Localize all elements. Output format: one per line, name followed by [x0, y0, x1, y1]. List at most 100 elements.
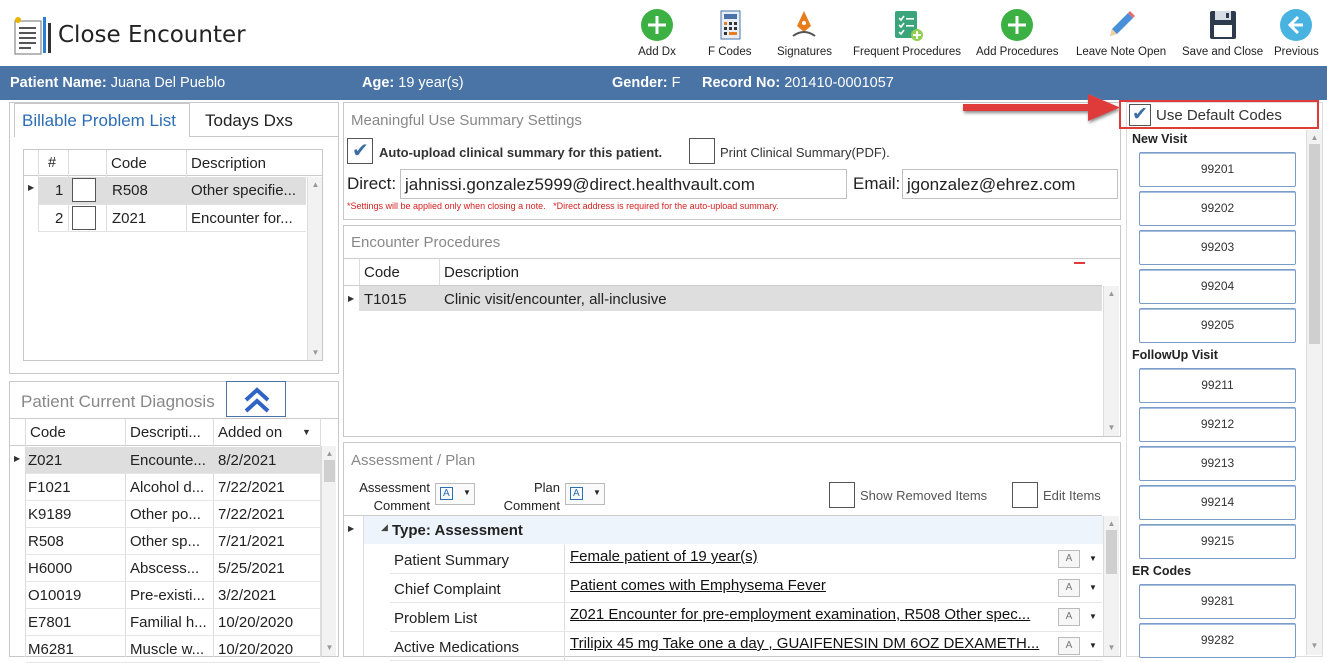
- add-dx-button[interactable]: Add Dx: [637, 8, 677, 58]
- toolbar-label: F Codes: [708, 46, 752, 58]
- cell-divider: [564, 574, 565, 603]
- toolbar-label: Previous: [1274, 46, 1319, 58]
- email-input[interactable]: jgonzalez@ehrez.com: [902, 169, 1118, 199]
- assessment-row-value[interactable]: Patient comes with Emphysema Fever: [570, 577, 1056, 594]
- code-button-99201[interactable]: 99201: [1139, 152, 1296, 187]
- show-removed-checkbox[interactable]: [829, 482, 855, 508]
- toolbar-label: Signatures: [777, 46, 832, 58]
- pen-nib-icon: [792, 11, 817, 37]
- text-format-icon[interactable]: A: [1058, 579, 1080, 597]
- plus-circle-icon: [1001, 9, 1034, 41]
- text-format-icon: A: [570, 487, 583, 500]
- dx-added-on: 8/2/2021: [218, 452, 277, 469]
- chevron-down-icon[interactable]: ▼: [1089, 583, 1097, 592]
- dx-added-on: 10/20/2020: [218, 614, 294, 631]
- code-button-99205[interactable]: 99205: [1139, 308, 1296, 343]
- code-button-99281[interactable]: 99281: [1139, 584, 1296, 619]
- code-button-99203[interactable]: 99203: [1139, 230, 1296, 265]
- dx-description: Familial h...: [130, 614, 207, 631]
- toolbar-label: Save and Close: [1182, 46, 1264, 58]
- chevron-down-icon[interactable]: ▼: [1089, 554, 1097, 563]
- text-format-icon[interactable]: A: [1058, 637, 1080, 655]
- chevron-down-icon[interactable]: ▼: [1089, 612, 1097, 621]
- sort-dropdown-icon[interactable]: ▼: [302, 427, 311, 437]
- dx-code: R508: [28, 533, 64, 550]
- tab-todays-dxs[interactable]: Todays Dxs: [205, 111, 293, 131]
- assessment-row-label: Active Medications: [394, 639, 520, 656]
- toolbar-label: Leave Note Open: [1076, 46, 1167, 58]
- row-divider: [26, 581, 320, 582]
- minus-icon[interactable]: [1074, 262, 1085, 264]
- record-number: 201410-0001057: [784, 75, 894, 91]
- current-diagnosis-title: Patient Current Diagnosis: [21, 392, 215, 411]
- code-button-99202[interactable]: 99202: [1139, 191, 1296, 226]
- assessment-scrollbar[interactable]: ▲ ▼: [1103, 516, 1119, 656]
- code-button-99282[interactable]: 99282: [1139, 623, 1296, 658]
- diagnosis-scrollbar[interactable]: ▲ ▼: [321, 446, 336, 656]
- check-icon: ✔: [352, 140, 369, 162]
- save-and-close-button[interactable]: Save and Close: [1182, 8, 1263, 58]
- row-code: R508: [112, 182, 148, 199]
- dx-added-on: 3/2/2021: [218, 587, 277, 604]
- dx-added-on: 5/25/2021: [218, 560, 285, 577]
- plan-comment-label: Plan Comment: [488, 479, 560, 515]
- code-button-99213[interactable]: 99213: [1139, 446, 1296, 481]
- col-header-description: Description: [444, 264, 520, 281]
- row-checkbox[interactable]: [72, 178, 96, 202]
- expand-triangle-icon[interactable]: ◢: [381, 522, 388, 533]
- row-divider: [26, 608, 320, 609]
- plan-comment-dropdown[interactable]: A ▼: [565, 483, 605, 505]
- collapse-button[interactable]: [226, 381, 286, 417]
- settings-note: *Settings will be applied only when clos…: [347, 201, 779, 211]
- row-num: 1: [55, 182, 64, 199]
- code-button-99204[interactable]: 99204: [1139, 269, 1296, 304]
- assessment-plan-title: Assessment / Plan: [351, 452, 476, 469]
- assessment-row-value[interactable]: Trilipix 45 mg Take one a day , GUAIFENE…: [570, 635, 1056, 652]
- assessment-comment-dropdown[interactable]: A ▼: [435, 483, 475, 505]
- codes-scrollbar[interactable]: ▲ ▼: [1306, 130, 1322, 655]
- patient-info-bar: Patient Name: Juana Del Pueblo Age: 19 y…: [0, 66, 1327, 100]
- text-format-icon[interactable]: A: [1058, 550, 1080, 568]
- grid-scrollbar[interactable]: ▲ ▼: [307, 177, 322, 360]
- row-checkbox[interactable]: [72, 206, 96, 230]
- text-format-icon[interactable]: A: [1058, 608, 1080, 626]
- frequent-procedures-button[interactable]: Frequent Procedures: [853, 8, 961, 58]
- cell-divider: [564, 545, 565, 574]
- code-section-title: ER Codes: [1132, 564, 1192, 578]
- cell-divider: [564, 603, 565, 632]
- assessment-row-value[interactable]: Female patient of 19 year(s): [570, 548, 1056, 565]
- previous-button[interactable]: Previous: [1274, 8, 1319, 58]
- f-codes-button[interactable]: F Codes: [708, 8, 751, 58]
- leave-note-open-button[interactable]: Leave Note Open: [1076, 8, 1166, 58]
- code-button-99214[interactable]: 99214: [1139, 485, 1296, 520]
- age-label: Age:: [362, 75, 395, 91]
- procedure-code: T1015: [364, 291, 407, 308]
- chevron-down-icon[interactable]: ▼: [1089, 641, 1097, 650]
- code-button-99211[interactable]: 99211: [1139, 368, 1296, 403]
- dx-added-on: 7/22/2021: [218, 479, 285, 496]
- assessment-row-value[interactable]: Z021 Encounter for pre-employment examin…: [570, 606, 1056, 623]
- col-header-code: Code: [364, 264, 400, 281]
- patient-name: Juana Del Pueblo: [110, 75, 226, 91]
- patient-name-label: Patient Name:: [10, 75, 107, 91]
- add-procedures-button[interactable]: Add Procedures: [976, 8, 1058, 58]
- procedure-description: Clinic visit/encounter, all-inclusive: [444, 291, 667, 308]
- code-button-99212[interactable]: 99212: [1139, 407, 1296, 442]
- edit-items-checkbox[interactable]: [1012, 482, 1038, 508]
- print-summary-label: Print Clinical Summary(PDF).: [720, 145, 890, 160]
- auto-upload-checkbox[interactable]: ✔: [347, 138, 373, 164]
- page-title: Close Encounter: [58, 22, 246, 48]
- print-summary-checkbox[interactable]: [689, 138, 715, 164]
- label-line: Comment: [373, 498, 430, 513]
- dx-description: Pre-existi...: [130, 587, 206, 604]
- direct-address-input[interactable]: jahnissi.gonzalez5999@direct.healthvault…: [400, 169, 847, 199]
- dx-code: Z021: [28, 452, 63, 469]
- email-label: Email:: [853, 174, 901, 193]
- procedures-scrollbar[interactable]: ▲ ▼: [1103, 286, 1119, 436]
- code-button-99215[interactable]: 99215: [1139, 524, 1296, 559]
- tab-label: Billable Problem List: [22, 111, 177, 130]
- row-num: 2: [55, 210, 64, 227]
- row-pointer-icon: ▶: [348, 294, 355, 303]
- signatures-button[interactable]: Signatures: [777, 8, 832, 58]
- show-removed-label: Show Removed Items: [860, 488, 988, 503]
